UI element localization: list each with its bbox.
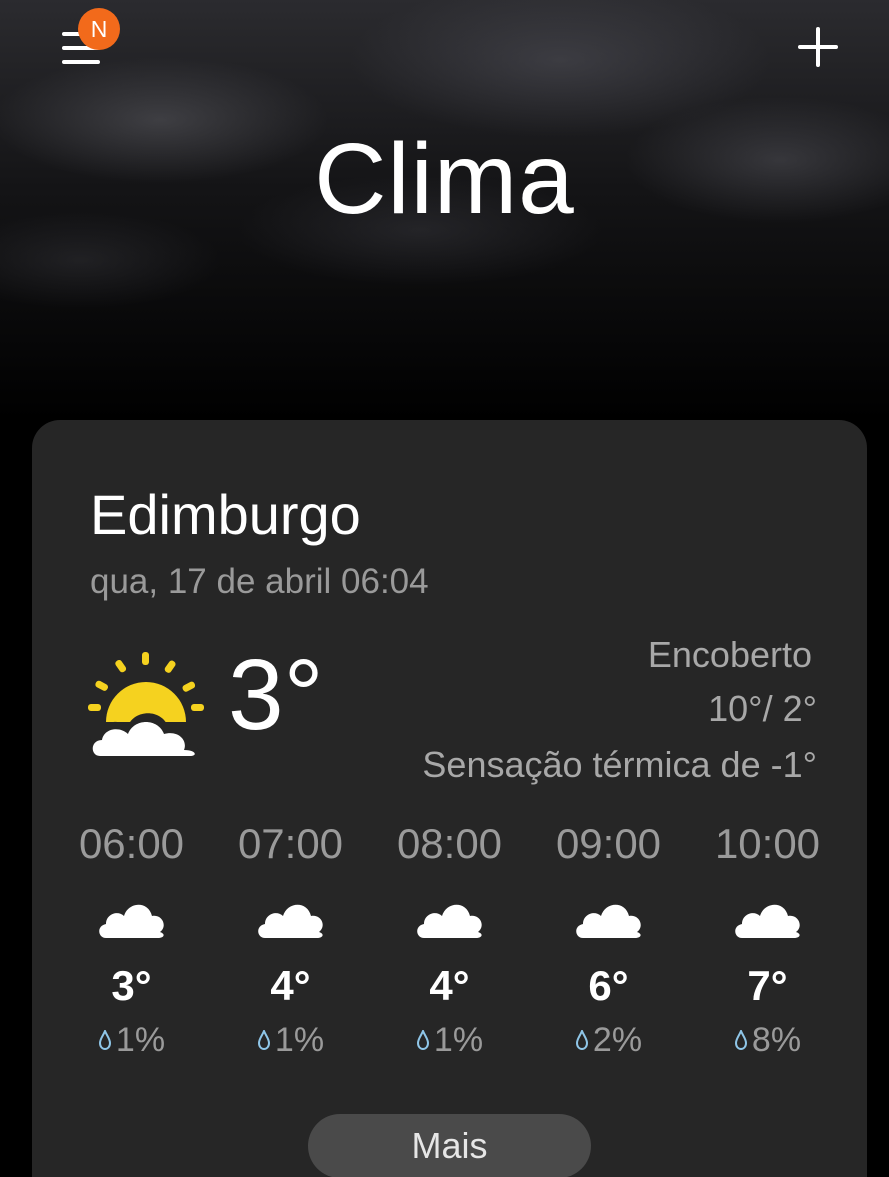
weather-screen: N Clima Edimburgo qua, 17 de abril 06:04…	[0, 0, 889, 1177]
hour-time: 08:00	[396, 820, 503, 867]
raindrop-icon	[416, 1030, 429, 1050]
hourly-forecast: 06:00 3° 1% 07:00 4° 1% 08:00 4° 1% 09:0…	[52, 818, 847, 1062]
cloud-icon	[416, 904, 482, 938]
cloud-icon	[98, 904, 164, 938]
new-badge: N	[78, 8, 120, 50]
precipitation-chance: 1%	[211, 1018, 370, 1062]
precipitation-chance: 1%	[370, 1018, 529, 1062]
add-location-button[interactable]	[796, 24, 842, 70]
raindrop-icon	[98, 1030, 111, 1050]
hour-time: 10:00	[714, 820, 821, 867]
hour-time: 09:00	[555, 820, 662, 867]
hourly-item: 08:00 4° 1%	[370, 818, 529, 1062]
hourly-item: 06:00 3° 1%	[52, 818, 211, 1062]
precipitation-value: 8%	[751, 1021, 802, 1059]
precipitation-value: 1%	[433, 1021, 484, 1059]
hour-time: 07:00	[237, 820, 344, 867]
hour-temperature: 6°	[588, 962, 629, 1009]
raindrop-icon	[257, 1030, 270, 1050]
hourly-item: 07:00 4° 1%	[211, 818, 370, 1062]
hour-temperature: 7°	[747, 962, 788, 1009]
cloud-icon	[734, 904, 800, 938]
precipitation-chance: 2%	[529, 1018, 688, 1062]
precipitation-chance: 8%	[688, 1018, 847, 1062]
page-title: Clima	[314, 123, 575, 235]
hour-time: 06:00	[78, 820, 185, 867]
high-low-temperature: 10°/ 2°	[708, 688, 817, 729]
condition-text: Encoberto	[647, 634, 812, 675]
city-name: Edimburgo	[90, 483, 361, 546]
partly-sunny-icon	[86, 652, 204, 758]
raindrop-icon	[575, 1030, 588, 1050]
precipitation-chance: 1%	[52, 1018, 211, 1062]
more-button[interactable]: Mais	[308, 1114, 591, 1177]
feels-like-text: Sensação térmica de -1°	[422, 744, 817, 785]
hourly-item: 10:00 7° 8%	[688, 818, 847, 1062]
current-temperature: 3°	[228, 639, 324, 751]
precipitation-value: 1%	[274, 1021, 325, 1059]
hourly-item: 09:00 6° 2%	[529, 818, 688, 1062]
hour-temperature: 4°	[429, 962, 470, 1009]
hour-temperature: 4°	[270, 962, 311, 1009]
weather-card[interactable]: Edimburgo qua, 17 de abril 06:04 3° Enco…	[32, 420, 867, 1177]
cloud-icon	[257, 904, 323, 938]
precipitation-value: 1%	[115, 1021, 166, 1059]
cloud-icon	[575, 904, 641, 938]
hour-temperature: 3°	[111, 962, 152, 1009]
date-time: qua, 17 de abril 06:04	[90, 562, 429, 601]
precipitation-value: 2%	[592, 1021, 643, 1059]
raindrop-icon	[734, 1030, 747, 1050]
